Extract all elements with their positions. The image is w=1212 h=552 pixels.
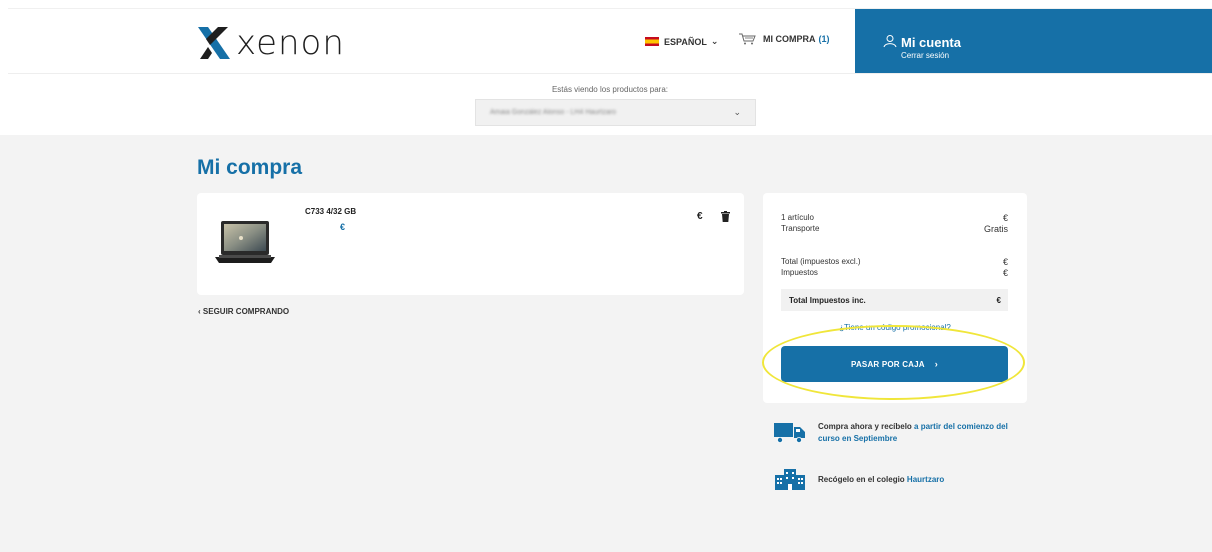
spain-flag-icon xyxy=(645,37,659,46)
viewing-label: Estás viendo los productos para: xyxy=(551,85,669,94)
pickup-highlight: Haurtzaro xyxy=(906,474,945,484)
chevron-down-icon: ⌄ xyxy=(733,107,741,117)
logo-x-icon xyxy=(198,27,230,59)
pickup-text: Recógelo en el colegio xyxy=(818,474,907,484)
trash-icon[interactable] xyxy=(721,211,730,222)
continue-shopping-link[interactable]: ‹ SEGUIR COMPRANDO xyxy=(198,307,289,316)
cart-count: (1) xyxy=(818,34,830,44)
shipping-value: Gratis xyxy=(983,224,1008,234)
logout-link[interactable]: Cerrar sesión xyxy=(901,51,949,60)
chevron-down-icon: ⌄ xyxy=(710,36,719,46)
laptop-product-image xyxy=(215,221,275,263)
language-label: ESPAÑOL xyxy=(664,36,707,47)
summary-total-excl-row: Total (impuestos excl.) € xyxy=(781,257,1008,267)
summary-taxes-row: Impuestos € xyxy=(781,268,1008,278)
site-header: xenon ESPAÑOL ⌄ MI COMPRA (1) Mi cuenta … xyxy=(8,8,1212,74)
pickup-info: Recógelo en el colegio Haurtzaro xyxy=(774,468,944,490)
account-title[interactable]: Mi cuenta xyxy=(901,35,961,50)
shipping-label: Transporte xyxy=(781,224,820,233)
delivery-truck-icon xyxy=(774,423,805,443)
xenon-logo[interactable]: xenon xyxy=(196,23,345,63)
user-icon xyxy=(883,35,897,48)
cart-label: MI COMPRA xyxy=(763,34,816,44)
language-selector[interactable]: ESPAÑOL ⌄ xyxy=(645,36,718,47)
logo-text: xenon xyxy=(236,23,345,63)
pickup-info-text: Recógelo en el colegio Haurtzaro xyxy=(818,475,944,484)
student-select-value: Amaia González Alonso - LH4 Haurtzaro xyxy=(490,109,617,116)
continue-shopping-label: SEGUIR COMPRANDO xyxy=(202,307,290,316)
taxes-value: € xyxy=(1002,268,1008,278)
cart-link[interactable]: MI COMPRA (1) xyxy=(738,33,830,45)
articles-label: 1 artículo xyxy=(781,213,814,222)
total-excl-label: Total (impuestos excl.) xyxy=(781,257,861,266)
total-excl-value: € xyxy=(1002,257,1008,267)
delivery-info: Compra ahora y recíbelo a partir del com… xyxy=(774,421,1008,445)
main-content: Mi compra C733 4/32 GB € € ‹ SEGUIR COMP… xyxy=(0,135,1212,552)
summary-shipping-row: Transporte Gratis xyxy=(781,224,1008,234)
articles-value: € xyxy=(1002,213,1008,223)
total-incl-value: € xyxy=(996,295,1001,305)
delivery-text: Compra ahora y recíbelo xyxy=(818,422,915,431)
total-incl-label: Total Impuestos inc. xyxy=(789,295,866,305)
summary-total-incl-row: Total Impuestos inc. € xyxy=(781,289,1008,311)
student-bar: Estás viendo los productos para: Amaia G… xyxy=(8,73,1212,135)
item-price: € xyxy=(340,222,346,232)
checkout-highlight-circle xyxy=(762,325,1025,400)
cart-item-card: C733 4/32 GB € € xyxy=(197,193,744,295)
cart-icon xyxy=(739,33,756,45)
item-name[interactable]: C733 4/32 GB xyxy=(305,207,356,216)
student-select[interactable]: Amaia González Alonso - LH4 Haurtzaro ⌄ xyxy=(475,99,756,126)
delivery-info-text: Compra ahora y recíbelo a partir del com… xyxy=(818,421,1008,445)
account-panel[interactable]: Mi cuenta Cerrar sesión xyxy=(855,9,1212,74)
page-title: Mi compra xyxy=(197,156,303,179)
school-building-icon xyxy=(775,469,805,490)
summary-articles-row: 1 artículo € xyxy=(781,213,1008,223)
item-line-total: € xyxy=(697,211,703,222)
taxes-label: Impuestos xyxy=(781,268,818,277)
